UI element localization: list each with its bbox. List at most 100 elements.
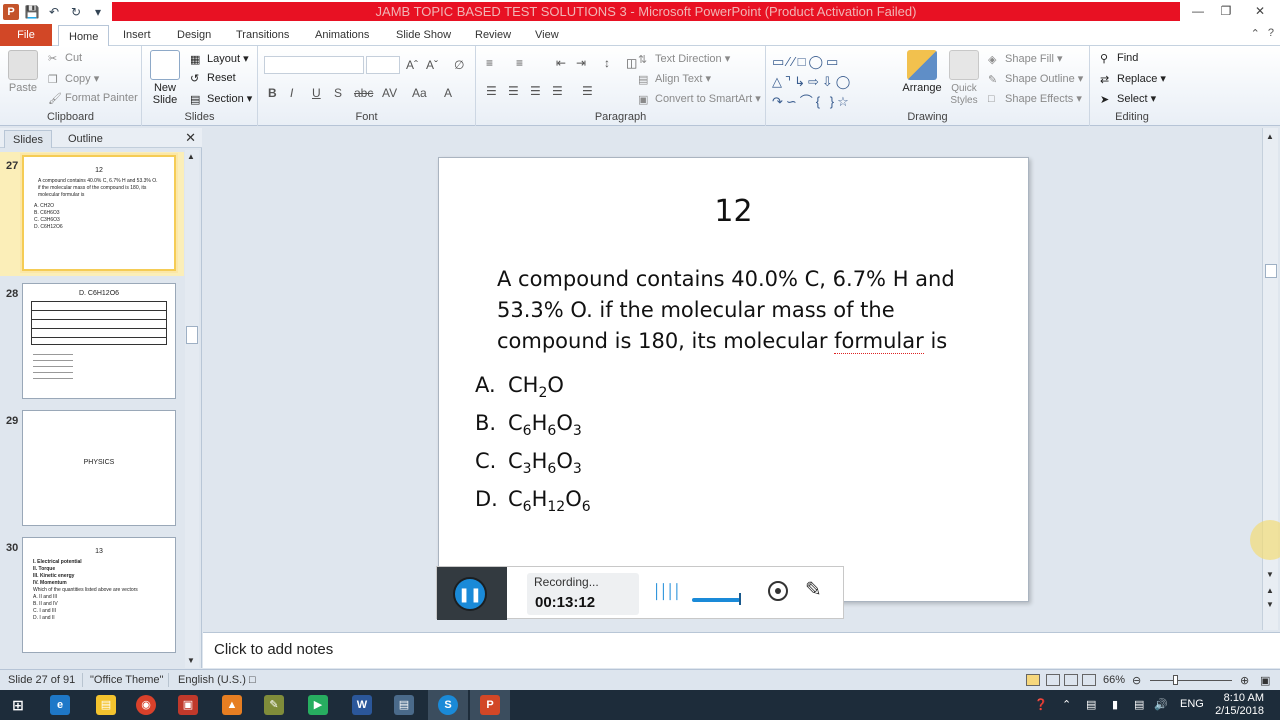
app-icon[interactable]: ✎ bbox=[264, 695, 284, 715]
increase-indent-icon[interactable]: ⇥ bbox=[576, 56, 586, 70]
undo-icon[interactable]: ↶ bbox=[45, 3, 63, 21]
tab-view[interactable]: View bbox=[535, 24, 559, 46]
volume-icon[interactable]: 🔊 bbox=[1154, 698, 1168, 711]
strikethrough-icon[interactable]: abc bbox=[354, 86, 373, 100]
text-direction-button[interactable]: ⇅ Text Direction ▾ bbox=[638, 52, 730, 66]
redo-icon[interactable]: ↻ bbox=[67, 3, 85, 21]
thumbnail-row-29[interactable]: 29 PHYSICS bbox=[0, 410, 184, 530]
layout-button[interactable]: ▦ Layout ▾ bbox=[190, 52, 249, 66]
line-spacing-icon[interactable]: ↕ bbox=[604, 56, 610, 70]
tab-transitions[interactable]: Transitions bbox=[236, 24, 289, 46]
tab-animations[interactable]: Animations bbox=[315, 24, 369, 46]
skype-icon[interactable]: S bbox=[438, 695, 458, 715]
pen-icon[interactable]: ✎ bbox=[805, 577, 822, 602]
app-icon[interactable]: ▶ bbox=[308, 695, 328, 715]
slides-pane-scrollbar[interactable]: ▲ ▼ bbox=[185, 150, 199, 668]
new-slide-button[interactable]: New Slide bbox=[146, 50, 184, 106]
answer-options[interactable]: A. CH2O B. C6H6O3 C. C3H6O3 D. C6H12O6 bbox=[475, 366, 591, 518]
character-spacing-icon[interactable]: AV bbox=[382, 86, 397, 100]
tab-design[interactable]: Design bbox=[177, 24, 211, 46]
slide-sorter-icon[interactable] bbox=[1046, 674, 1060, 686]
volume-slider[interactable] bbox=[692, 598, 740, 602]
align-right-icon[interactable]: ☰ bbox=[530, 84, 541, 98]
shadow-icon[interactable]: S bbox=[334, 86, 342, 100]
zoom-slider[interactable] bbox=[1150, 680, 1232, 681]
scroll-down-icon[interactable]: ▼ bbox=[187, 656, 195, 665]
tab-home[interactable]: Home bbox=[58, 25, 110, 47]
section-button[interactable]: ▤ Section ▾ bbox=[190, 92, 252, 106]
tab-review[interactable]: Review bbox=[475, 24, 511, 46]
word-icon[interactable]: W bbox=[352, 695, 372, 715]
zoom-out-icon[interactable]: ⊖ bbox=[1132, 674, 1141, 687]
tray-icon[interactable]: ▤ bbox=[1086, 698, 1096, 711]
language-indicator[interactable]: English (U.S.) bbox=[178, 674, 246, 686]
bullets-icon[interactable]: ≡ bbox=[486, 56, 493, 70]
quick-styles-button[interactable]: Quick Styles bbox=[946, 50, 982, 106]
grow-font-icon[interactable]: Aˆ bbox=[406, 58, 418, 72]
webcam-icon[interactable] bbox=[768, 581, 788, 601]
align-left-icon[interactable]: ☰ bbox=[486, 84, 497, 98]
copy-button[interactable]: ❐ Copy ▾ bbox=[48, 72, 99, 86]
font-family-select[interactable] bbox=[264, 56, 364, 74]
font-color-icon[interactable]: A bbox=[444, 86, 452, 100]
close-button[interactable]: ✕ bbox=[1240, 0, 1280, 22]
zoom-slider-handle[interactable] bbox=[1173, 675, 1178, 685]
columns-dropdown-icon[interactable]: ☰ bbox=[582, 84, 593, 98]
network-icon[interactable]: ▤ bbox=[1134, 698, 1144, 711]
scroll-up-icon[interactable]: ▲ bbox=[1266, 132, 1274, 141]
scroll-down-icon[interactable]: ▼ bbox=[1266, 570, 1274, 579]
find-button[interactable]: ⚲ Find bbox=[1100, 52, 1138, 65]
scroll-up-icon[interactable]: ▲ bbox=[187, 152, 195, 161]
justify-icon[interactable]: ☰ bbox=[552, 84, 563, 98]
columns-icon[interactable]: ◫ bbox=[626, 56, 637, 70]
zoom-level[interactable]: 66% bbox=[1103, 674, 1125, 686]
clear-formatting-icon[interactable]: ∅ bbox=[454, 58, 464, 72]
arrange-button[interactable]: Arrange bbox=[900, 50, 944, 94]
vlc-icon[interactable]: ▲ bbox=[222, 695, 242, 715]
language-indicator[interactable]: ENG bbox=[1180, 698, 1204, 710]
shapes-gallery[interactable]: ▭∕∕□◯▭ △⌝↳⇨⇩◯ ↷∽⌒{ }☆ bbox=[772, 52, 890, 112]
next-slide-icon[interactable]: ▼ bbox=[1266, 600, 1274, 609]
battery-icon[interactable]: ▮ bbox=[1112, 698, 1118, 711]
previous-slide-icon[interactable]: ▲ bbox=[1266, 586, 1274, 595]
fit-to-window-icon[interactable]: ▣ bbox=[1260, 674, 1270, 687]
slide-thumbnail[interactable]: 13 I. Electrical potential II. Torque II… bbox=[22, 537, 176, 653]
tab-insert[interactable]: Insert bbox=[123, 24, 151, 46]
convert-smartart-button[interactable]: ▣ Convert to SmartArt ▾ bbox=[638, 92, 761, 106]
pause-icon[interactable]: ❚❚ bbox=[453, 577, 487, 611]
numbering-icon[interactable]: ≡ bbox=[516, 56, 523, 70]
slide-thumbnail[interactable]: D. C6H12O6 bbox=[22, 283, 176, 399]
slide-thumbnail[interactable]: PHYSICS bbox=[22, 410, 176, 526]
minimize-button[interactable]: — bbox=[1184, 0, 1212, 22]
slide-title[interactable]: 12 bbox=[439, 194, 1028, 229]
start-icon[interactable]: ⊞ bbox=[8, 695, 28, 715]
paste-button[interactable]: Paste bbox=[6, 50, 40, 94]
decrease-indent-icon[interactable]: ⇤ bbox=[556, 56, 566, 70]
format-painter-button[interactable]: 🖌 Format Painter bbox=[48, 92, 138, 105]
app-icon[interactable]: ▣ bbox=[178, 695, 198, 715]
shape-effects-button[interactable]: □ Shape Effects ▾ bbox=[988, 92, 1082, 105]
reading-view-icon[interactable] bbox=[1064, 674, 1078, 686]
italic-icon[interactable]: I bbox=[290, 86, 293, 100]
file-explorer-icon[interactable]: ▤ bbox=[96, 695, 116, 715]
thumbnail-row-30[interactable]: 30 13 I. Electrical potential II. Torque… bbox=[0, 537, 184, 657]
restore-button[interactable]: ❐ bbox=[1212, 0, 1240, 22]
align-center-icon[interactable]: ☰ bbox=[508, 84, 519, 98]
notes-pane[interactable]: Click to add notes bbox=[203, 632, 1280, 668]
question-text[interactable]: A compound contains 40.0% C, 6.7% H and … bbox=[497, 264, 977, 357]
shape-fill-button[interactable]: ◈ Shape Fill ▾ bbox=[988, 52, 1063, 66]
customize-qat-icon[interactable]: ▾ bbox=[89, 3, 107, 21]
shrink-font-icon[interactable]: Aˇ bbox=[426, 58, 438, 72]
current-slide[interactable]: 12 A compound contains 40.0% C, 6.7% H a… bbox=[438, 157, 1029, 602]
font-size-select[interactable] bbox=[366, 56, 400, 74]
thumbnail-row-27[interactable]: 27 12 A compound contains 40.0% C, 6.7% … bbox=[0, 152, 184, 276]
help-icon[interactable]: ? bbox=[1268, 27, 1274, 40]
thumbnail-row-28[interactable]: 28 D. C6H12O6 bbox=[0, 283, 184, 403]
slide-thumbnail[interactable]: 12 A compound contains 40.0% C, 6.7% H a… bbox=[20, 153, 178, 273]
tab-slide-show[interactable]: Slide Show bbox=[396, 24, 451, 46]
save-icon[interactable]: 💾 bbox=[23, 3, 41, 21]
slideshow-view-icon[interactable] bbox=[1082, 674, 1096, 686]
spellcheck-icon[interactable]: □ bbox=[249, 674, 256, 686]
normal-view-icon[interactable] bbox=[1026, 674, 1040, 686]
reset-button[interactable]: ↺ Reset bbox=[190, 72, 236, 85]
